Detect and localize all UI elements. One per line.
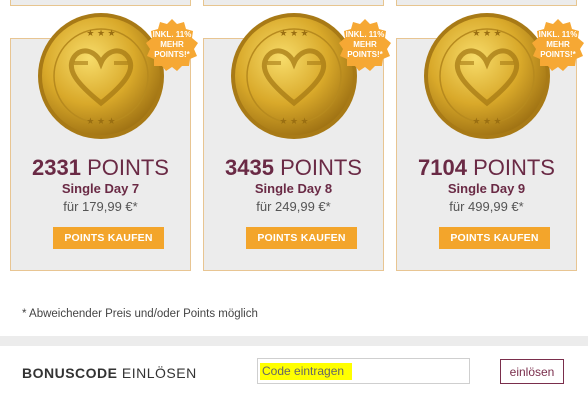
points-amount: 7104 POINTS [397, 155, 576, 181]
points-label: POINTS [280, 155, 362, 180]
points-label: POINTS [87, 155, 169, 180]
badge-text: INKL. 11% MEHR POINTS!* [345, 30, 385, 59]
price-footnote: * Abweichender Preis und/oder Points mög… [22, 308, 258, 320]
points-amount: 3435 POINTS [204, 155, 383, 181]
svg-text:★ ★ ★: ★ ★ ★ [86, 116, 115, 126]
svg-text:★ ★ ★: ★ ★ ★ [279, 28, 308, 38]
bonus-badge: INKL. 11% MEHR POINTS!* [530, 17, 586, 73]
card-stub-2 [203, 0, 384, 6]
svg-text:★ ★ ★: ★ ★ ★ [279, 116, 308, 126]
offer-card-1: ★ ★ ★ ★ ★ ★ INKL. 11% MEHR POINTS!* 2331… [10, 13, 198, 271]
package-name: Single Day 8 [254, 181, 333, 196]
points-number: 3435 [225, 155, 274, 180]
buy-points-button[interactable]: POINTS KAUFEN [246, 227, 357, 249]
points-number: 7104 [418, 155, 467, 180]
bonus-title-bold: BONUSCODE [22, 365, 118, 381]
bonus-code-input[interactable] [257, 358, 470, 384]
points-amount: 2331 POINTS [11, 155, 190, 181]
card-stub-1 [10, 0, 191, 6]
bonus-badge: INKL. 11% MEHR POINTS!* [144, 17, 200, 73]
package-name: Single Day 7 [61, 181, 140, 196]
badge-text: INKL. 11% MEHR POINTS!* [538, 30, 578, 59]
buy-points-button[interactable]: POINTS KAUFEN [53, 227, 164, 249]
offer-card-2: ★ ★ ★ ★ ★ ★ INKL. 11% MEHR POINTS!* 3435… [203, 13, 391, 271]
badge-text: INKL. 11% MEHR POINTS!* [152, 30, 192, 59]
package-price: für 179,99 €* [63, 199, 138, 214]
svg-text:★ ★ ★: ★ ★ ★ [472, 28, 501, 38]
bonus-badge: INKL. 11% MEHR POINTS!* [337, 17, 393, 73]
package-price: für 499,99 €* [449, 199, 524, 214]
offer-card-3: ★ ★ ★ ★ ★ ★ INKL. 11% MEHR POINTS!* 7104… [396, 13, 584, 271]
svg-text:★ ★ ★: ★ ★ ★ [86, 28, 115, 38]
buy-points-button[interactable]: POINTS KAUFEN [439, 227, 550, 249]
package-name: Single Day 9 [447, 181, 526, 196]
svg-text:★ ★ ★: ★ ★ ★ [472, 116, 501, 126]
bonus-title-rest: EINLÖSEN [121, 365, 197, 381]
card-stub-3 [396, 0, 577, 6]
points-label: POINTS [473, 155, 555, 180]
redeem-button[interactable]: einlösen [500, 359, 564, 384]
package-price: für 249,99 €* [256, 199, 331, 214]
points-number: 2331 [32, 155, 81, 180]
bonus-code-title: BONUSCODE EINLÖSEN [22, 365, 197, 381]
